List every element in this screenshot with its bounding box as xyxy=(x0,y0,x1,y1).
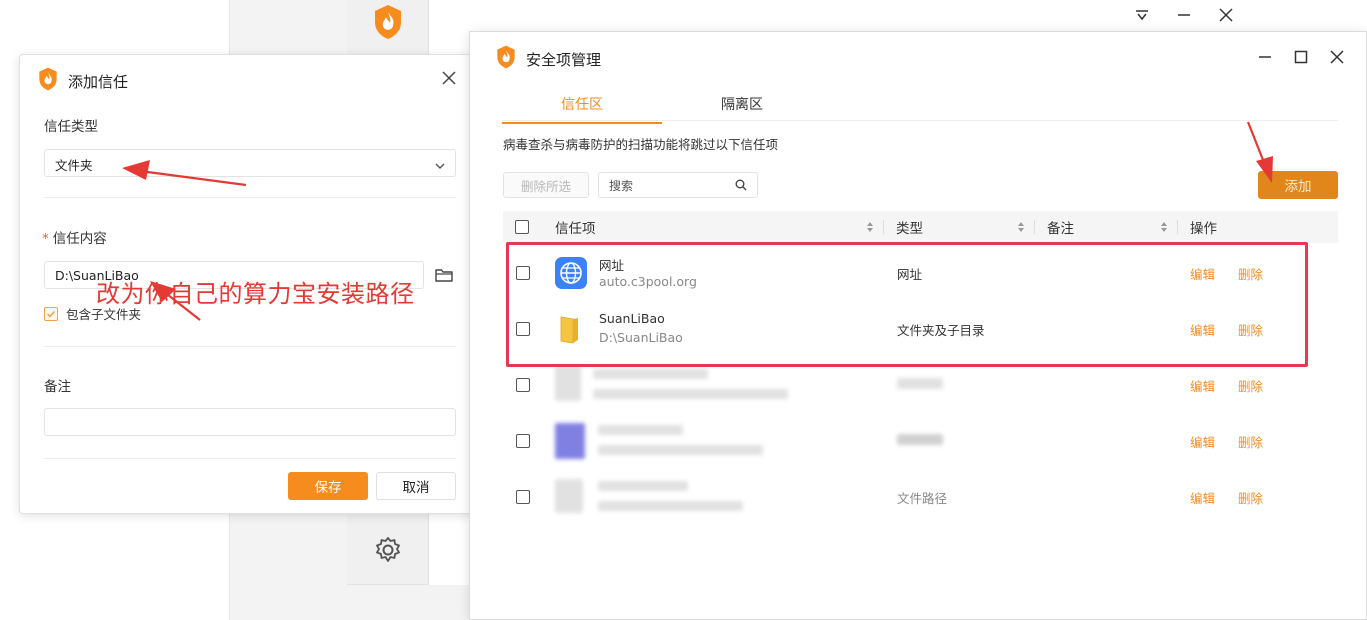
trust-content-label-text: 信任内容 xyxy=(52,231,107,247)
row-checkbox[interactable] xyxy=(516,434,530,448)
column-header-item[interactable]: 信任项 xyxy=(541,211,884,243)
search-icon xyxy=(735,179,747,194)
tab-quarantine[interactable]: 隔离区 xyxy=(662,87,822,124)
trust-type-value: 文件夹 xyxy=(55,158,93,173)
annotation-text: 改为你自己的算力宝安装路径 xyxy=(96,280,415,308)
blurred-icon xyxy=(555,365,581,401)
sort-icon[interactable] xyxy=(1017,221,1025,237)
delete-link[interactable]: 删除 xyxy=(1238,488,1263,507)
app-logo-icon xyxy=(38,67,58,95)
app-logo-icon xyxy=(496,45,516,73)
blurred-name xyxy=(598,481,688,491)
window-controls xyxy=(1256,48,1346,66)
table-row[interactable]: 文件路径 编辑 删除 xyxy=(503,469,1338,525)
blurred-type xyxy=(897,378,943,389)
column-header-type[interactable]: 类型 xyxy=(884,211,1035,243)
sort-icon[interactable] xyxy=(866,221,874,237)
column-header-label: 操作 xyxy=(1190,221,1217,237)
search-input[interactable]: 搜索 xyxy=(598,172,758,198)
close-icon[interactable] xyxy=(1328,48,1346,66)
blurred-sub xyxy=(593,389,788,399)
trust-type-label: 信任类型 xyxy=(44,119,98,135)
close-icon[interactable] xyxy=(440,69,458,87)
delete-link[interactable]: 删除 xyxy=(1238,376,1263,395)
blurred-sub xyxy=(598,501,743,511)
window-title-bar: 安全项管理 xyxy=(496,45,601,73)
background-window-controls xyxy=(1132,6,1236,24)
tab-divider xyxy=(502,120,1338,121)
note-label: 备注 xyxy=(44,379,71,395)
blurred-name xyxy=(598,425,683,435)
select-all-cell xyxy=(503,211,541,243)
minimize-icon[interactable] xyxy=(1174,6,1194,24)
minimize-icon[interactable] xyxy=(1256,48,1274,66)
settings-gear-icon[interactable] xyxy=(374,536,402,564)
blurred-icon xyxy=(555,423,585,459)
trust-content-label: * 信任内容 xyxy=(42,227,107,247)
maximize-icon[interactable] xyxy=(1292,48,1310,66)
divider xyxy=(44,197,456,198)
blurred-sub xyxy=(598,445,763,455)
sort-icon[interactable] xyxy=(1160,221,1168,237)
close-icon[interactable] xyxy=(1216,6,1236,24)
checkbox-checked-icon[interactable] xyxy=(44,306,58,321)
tab-trust-zone[interactable]: 信任区 xyxy=(502,87,662,124)
select-all-checkbox[interactable] xyxy=(515,220,529,234)
blurred-name xyxy=(593,369,708,379)
column-header-label: 类型 xyxy=(896,221,923,237)
divider xyxy=(44,458,456,459)
save-button[interactable]: 保存 xyxy=(288,472,368,500)
divider xyxy=(44,346,456,347)
blurred-icon xyxy=(555,479,583,513)
delete-selected-button[interactable]: 删除所选 xyxy=(503,172,589,198)
edit-link[interactable]: 编辑 xyxy=(1190,376,1215,395)
edit-link[interactable]: 编辑 xyxy=(1190,432,1215,451)
column-header-label: 备注 xyxy=(1047,221,1074,237)
window-title: 安全项管理 xyxy=(526,50,602,69)
search-placeholder: 搜索 xyxy=(609,179,634,193)
highlight-box xyxy=(506,242,1308,367)
description-text: 病毒查杀与病毒防护的扫描功能将跳过以下信任项 xyxy=(503,137,779,152)
dialog-title: 添加信任 xyxy=(68,72,129,91)
row-checkbox[interactable] xyxy=(516,378,530,392)
trust-type-select[interactable]: 文件夹 xyxy=(44,149,456,177)
required-mark: * xyxy=(42,231,49,247)
table-row[interactable]: 编辑 删除 xyxy=(503,413,1338,469)
edit-link[interactable]: 编辑 xyxy=(1190,488,1215,507)
dropdown-menu-icon[interactable] xyxy=(1132,6,1152,24)
table-header: 信任项 类型 备注 操作 xyxy=(503,211,1338,243)
tab-bar: 信任区 隔离区 xyxy=(502,87,822,124)
blurred-type xyxy=(897,434,943,445)
add-button[interactable]: 添加 xyxy=(1258,171,1338,199)
row-checkbox[interactable] xyxy=(516,490,530,504)
cancel-button[interactable]: 取消 xyxy=(376,472,456,500)
column-header-label: 信任项 xyxy=(555,221,596,237)
chevron-down-icon xyxy=(435,158,445,173)
note-input[interactable] xyxy=(44,408,456,436)
row-type: 文件路径 xyxy=(897,491,948,506)
dialog-title-bar: 添加信任 xyxy=(38,67,128,95)
delete-link[interactable]: 删除 xyxy=(1238,432,1263,451)
app-logo-icon xyxy=(373,4,403,44)
browse-folder-icon[interactable] xyxy=(434,265,454,285)
column-header-actions: 操作 xyxy=(1178,211,1328,243)
column-header-note[interactable]: 备注 xyxy=(1035,211,1178,243)
